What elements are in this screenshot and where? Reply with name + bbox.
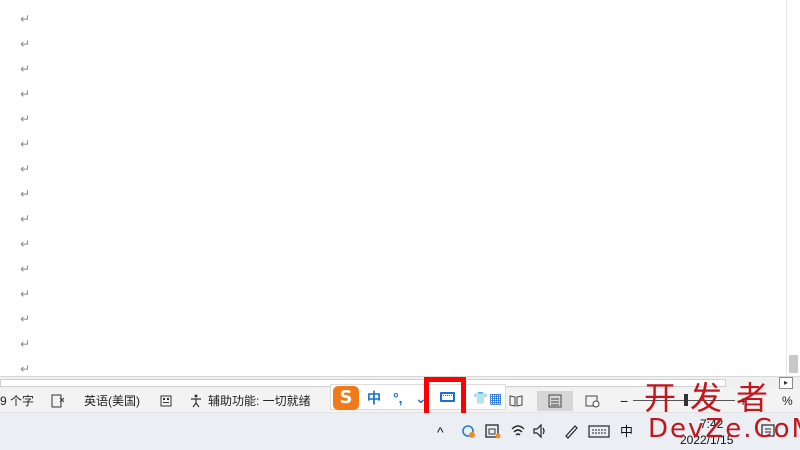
pen-icon[interactable]: [563, 423, 579, 441]
volume-icon[interactable]: [532, 423, 548, 441]
ime-chinese-mode[interactable]: 中: [367, 389, 381, 407]
language-indicator[interactable]: 英语(美国): [84, 394, 140, 408]
web-layout-icon[interactable]: [584, 393, 600, 409]
paragraph-mark: ↵: [20, 237, 31, 251]
notification-icon[interactable]: [760, 423, 776, 441]
paragraph-mark: ↵: [20, 287, 31, 301]
print-layout-button[interactable]: [537, 391, 573, 411]
document-page[interactable]: ↵ ↵ ↵ ↵ ↵ ↵ ↵ ↵ ↵ ↵ ↵ ↵ ↵ ↵ ↵: [0, 0, 786, 376]
clock-date[interactable]: 2022/1/15: [680, 431, 733, 449]
scroll-right-arrow-icon[interactable]: ▸: [779, 377, 793, 389]
zoom-out-button[interactable]: −: [620, 394, 628, 408]
paragraph-mark: ↵: [20, 87, 31, 101]
paragraph-mark: ↵: [20, 112, 31, 126]
proofing-icon[interactable]: [50, 393, 66, 409]
read-mode-icon[interactable]: [508, 393, 524, 409]
paragraph-mark: ↵: [20, 137, 31, 151]
touch-keyboard-icon[interactable]: [588, 423, 610, 441]
paragraph-mark: ↵: [20, 262, 31, 276]
paragraph-mark: ↵: [20, 62, 31, 76]
vertical-scrollbar[interactable]: [786, 0, 800, 376]
paragraph-mark: ↵: [20, 312, 31, 326]
macro-icon[interactable]: [158, 393, 174, 409]
accessibility-icon[interactable]: [188, 393, 204, 409]
paragraph-mark: ↵: [20, 162, 31, 176]
cloud-sync-icon[interactable]: [460, 423, 476, 441]
input-indicator[interactable]: 中: [620, 423, 633, 441]
paragraph-mark: ↵: [20, 187, 31, 201]
word-count[interactable]: 9 个字: [0, 394, 34, 408]
sogou-logo-icon[interactable]: S: [333, 386, 359, 410]
ime-toolbar: S 中 °, ⌄ 👕 ▦: [330, 384, 506, 410]
show-hidden-icons-chevron-icon[interactable]: ^: [437, 423, 444, 441]
wifi-icon[interactable]: [510, 423, 526, 441]
screen: ↵ ↵ ↵ ↵ ↵ ↵ ↵ ↵ ↵ ↵ ↵ ↵ ↵ ↵ ↵ ▸ 9 个字 英语(…: [0, 0, 800, 450]
paragraph-mark: ↵: [20, 37, 31, 51]
paragraph-mark: ↵: [20, 362, 31, 376]
vertical-scrollbar-thumb[interactable]: [789, 355, 798, 373]
ime-toolbox-icon[interactable]: ▦: [489, 389, 502, 407]
paragraph-mark: ↵: [20, 12, 31, 26]
zoom-level[interactable]: %: [782, 394, 793, 408]
accessibility-status[interactable]: 辅助功能: 一切就绪: [208, 394, 311, 408]
onedrive-icon[interactable]: [484, 423, 502, 441]
ime-skin-icon[interactable]: 👕: [473, 389, 488, 407]
taskbar: ^ 中 7:42 2022/1/15: [0, 413, 800, 450]
zoom-in-button[interactable]: +: [739, 394, 747, 408]
paragraph-mark: ↵: [20, 212, 31, 226]
zoom-slider-thumb[interactable]: [684, 394, 688, 406]
paragraph-mark: ↵: [20, 337, 31, 351]
ime-punctuation[interactable]: °,: [393, 389, 403, 407]
